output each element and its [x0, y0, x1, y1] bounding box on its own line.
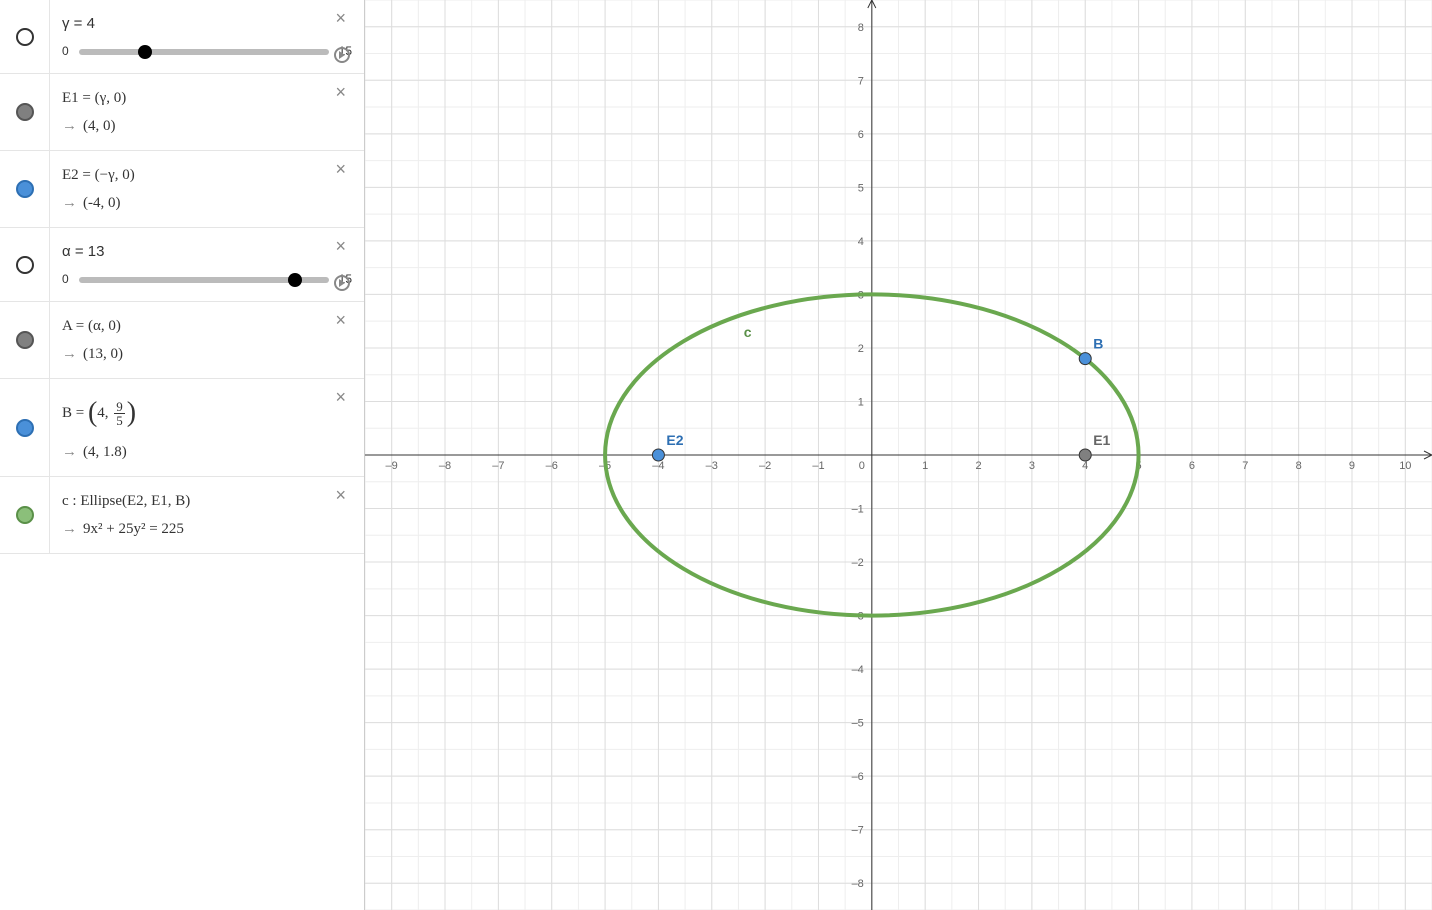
svg-text:–1: –1 — [812, 460, 824, 472]
B-def: B = (4, 95) — [62, 391, 352, 436]
E1-def: E1 = (γ, 0) — [62, 86, 352, 110]
close-icon[interactable]: × — [335, 236, 346, 257]
graphics-view[interactable]: –9–8–7–6–5–4–3–2–1012345678910–8–7–6–5–4… — [365, 0, 1432, 910]
E2-val: (-4, 0) — [83, 195, 121, 211]
visibility-toggle-E1[interactable] — [16, 103, 34, 121]
svg-text:4: 4 — [1082, 460, 1088, 472]
visibility-toggle-B[interactable] — [16, 419, 34, 437]
visibility-toggle-E2[interactable] — [16, 180, 34, 198]
svg-text:–4: –4 — [652, 460, 664, 472]
point-E2[interactable] — [652, 449, 664, 461]
svg-text:–7: –7 — [852, 825, 864, 837]
row-A[interactable]: A = (α, 0) →(13, 0) × — [0, 302, 364, 379]
B-val: (4, 1.8) — [83, 444, 127, 460]
svg-text:2: 2 — [858, 343, 864, 355]
svg-text:6: 6 — [858, 129, 864, 141]
E2-def: E2 = (−γ, 0) — [62, 163, 352, 187]
svg-text:5: 5 — [858, 182, 864, 194]
row-c[interactable]: c : Ellipse(E2, E1, B) →9x² + 25y² = 225… — [0, 477, 364, 554]
svg-text:–6: –6 — [546, 460, 558, 472]
visibility-toggle-alpha[interactable] — [16, 256, 34, 274]
svg-text:8: 8 — [858, 22, 864, 34]
E1-val: (4, 0) — [83, 118, 116, 134]
row-E2[interactable]: E2 = (−γ, 0) →(-4, 0) × — [0, 151, 364, 228]
point-B[interactable] — [1079, 353, 1091, 365]
svg-text:6: 6 — [1189, 460, 1195, 472]
alpha-slider[interactable] — [79, 277, 329, 283]
row-alpha[interactable]: α = 13 0 15 × — [0, 228, 364, 302]
gamma-label: γ = 4 — [62, 12, 352, 36]
svg-text:10: 10 — [1399, 460, 1411, 472]
row-B[interactable]: B = (4, 95) →(4, 1.8) × — [0, 379, 364, 477]
gamma-min: 0 — [62, 42, 69, 61]
A-val: (13, 0) — [83, 346, 123, 362]
visibility-toggle-gamma[interactable] — [16, 28, 34, 46]
A-def: A = (α, 0) — [62, 314, 352, 338]
svg-text:–5: –5 — [852, 718, 864, 730]
point-E1[interactable] — [1079, 449, 1091, 461]
close-icon[interactable]: × — [335, 8, 346, 29]
svg-text:1: 1 — [858, 396, 864, 408]
svg-text:–6: –6 — [852, 771, 864, 783]
svg-text:0: 0 — [859, 460, 865, 472]
row-gamma[interactable]: γ = 4 0 15 × — [0, 0, 364, 74]
point-label-E2: E2 — [666, 432, 683, 448]
row-E1[interactable]: E1 = (γ, 0) →(4, 0) × — [0, 74, 364, 151]
alpha-slider-thumb[interactable] — [288, 273, 302, 287]
curve-label-c: c — [744, 324, 752, 340]
close-icon[interactable]: × — [335, 387, 346, 408]
alpha-label: α = 13 — [62, 240, 352, 264]
svg-text:3: 3 — [1029, 460, 1035, 472]
close-icon[interactable]: × — [335, 310, 346, 331]
svg-text:7: 7 — [858, 75, 864, 87]
svg-text:–7: –7 — [492, 460, 504, 472]
svg-text:1: 1 — [922, 460, 928, 472]
svg-text:–2: –2 — [852, 557, 864, 569]
point-label-E1: E1 — [1093, 432, 1110, 448]
close-icon[interactable]: × — [335, 159, 346, 180]
visibility-toggle-c[interactable] — [16, 506, 34, 524]
svg-text:7: 7 — [1242, 460, 1248, 472]
svg-text:2: 2 — [975, 460, 981, 472]
svg-text:4: 4 — [858, 236, 864, 248]
visibility-toggle-A[interactable] — [16, 331, 34, 349]
svg-text:–3: –3 — [706, 460, 718, 472]
svg-text:–8: –8 — [439, 460, 451, 472]
gamma-slider-thumb[interactable] — [138, 45, 152, 59]
gamma-slider[interactable] — [79, 49, 329, 55]
svg-text:–4: –4 — [852, 664, 864, 676]
point-label-B: B — [1093, 336, 1103, 352]
alpha-min: 0 — [62, 270, 69, 289]
svg-text:9: 9 — [1349, 460, 1355, 472]
svg-text:–9: –9 — [386, 460, 398, 472]
svg-text:–1: –1 — [852, 504, 864, 516]
svg-text:–2: –2 — [759, 460, 771, 472]
c-def: c : Ellipse(E2, E1, B) — [62, 489, 352, 513]
svg-text:–8: –8 — [852, 878, 864, 890]
close-icon[interactable]: × — [335, 485, 346, 506]
close-icon[interactable]: × — [335, 82, 346, 103]
algebra-view: γ = 4 0 15 × E1 = (γ, 0) →(4, 0) × — [0, 0, 365, 910]
plot-canvas[interactable]: –9–8–7–6–5–4–3–2–1012345678910–8–7–6–5–4… — [365, 0, 1432, 910]
svg-text:8: 8 — [1296, 460, 1302, 472]
c-val: 9x² + 25y² = 225 — [83, 521, 184, 537]
